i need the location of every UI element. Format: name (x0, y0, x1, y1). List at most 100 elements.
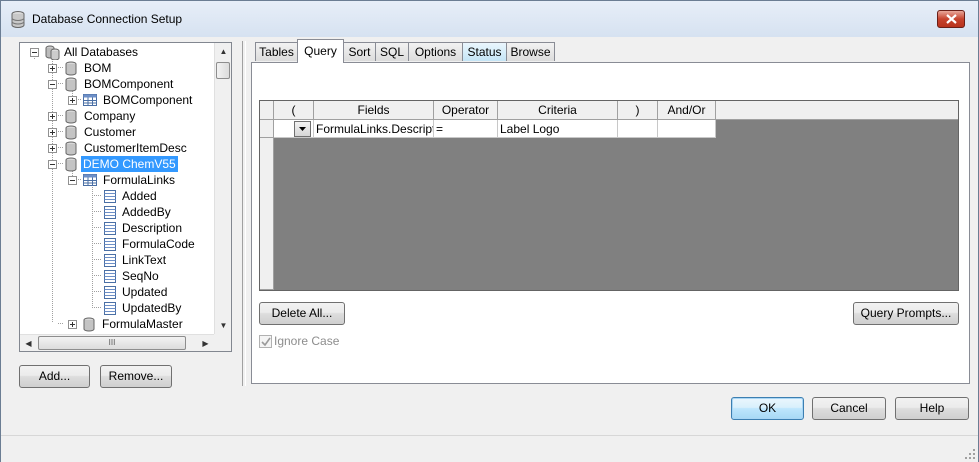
scroll-thumb[interactable] (216, 62, 230, 79)
tree-item-field-linktext[interactable]: LinkText (20, 252, 214, 268)
tree-item-customer[interactable]: Customer (20, 124, 214, 140)
field-icon (104, 190, 116, 203)
database-icon (65, 125, 77, 140)
query-grid[interactable]: ( Fields Operator Criteria ) And/Or Form… (259, 100, 959, 291)
column-header-fields[interactable]: Fields (314, 101, 434, 120)
row-header-empty (260, 138, 274, 290)
tree-item-label: BOMComponent (84, 77, 174, 91)
collapse-icon[interactable] (68, 176, 77, 185)
cell-close-paren[interactable] (618, 120, 658, 138)
title-bar[interactable]: Database Connection Setup (1, 1, 978, 37)
table-icon (83, 174, 97, 186)
scroll-up-arrow-icon[interactable]: ▲ (215, 43, 231, 60)
row-header[interactable] (260, 120, 274, 138)
close-button[interactable] (937, 10, 965, 28)
tree-item-all-databases[interactable]: All Databases (20, 44, 214, 60)
cell-open-paren[interactable] (274, 120, 314, 138)
tree-item-field-updated[interactable]: Updated (20, 284, 214, 300)
expand-icon[interactable] (48, 112, 57, 121)
tree-item-bomcomponent-db[interactable]: BOMComponent (20, 76, 214, 92)
field-icon (104, 302, 116, 315)
tree-item-label: FormulaLinks (103, 173, 176, 187)
tab-sql[interactable]: SQL (375, 42, 409, 61)
scroll-right-arrow-icon[interactable]: ▶ (197, 335, 214, 351)
close-icon (946, 14, 957, 24)
tab-sort[interactable]: Sort (343, 42, 376, 61)
database-icon (11, 11, 25, 28)
tree-item-label: Updated (122, 285, 168, 299)
tree-item-customeritemdesc[interactable]: CustomerItemDesc (20, 140, 214, 156)
tree-vertical-scrollbar[interactable]: ▲ ▼ (214, 43, 231, 334)
tree-item-label: Company (84, 109, 136, 123)
cell-operator[interactable]: = (434, 120, 498, 138)
database-icon (83, 317, 95, 332)
expand-icon[interactable] (48, 128, 57, 137)
column-header-and-or[interactable]: And/Or (658, 101, 716, 120)
scroll-thumb[interactable]: III (38, 336, 186, 350)
scroll-down-arrow-icon[interactable]: ▼ (215, 317, 231, 334)
tree-item-field-added[interactable]: Added (20, 188, 214, 204)
query-prompts-button[interactable]: Query Prompts... (853, 302, 959, 325)
tree-item-label: Description (122, 221, 183, 235)
dropdown-arrow-icon (299, 127, 306, 131)
delete-all-button[interactable]: Delete All... (259, 302, 345, 325)
tab-status[interactable]: Status (462, 42, 507, 61)
collapse-icon[interactable] (48, 80, 57, 89)
database-icon (65, 109, 77, 124)
tree-item-formulalinks[interactable]: FormulaLinks (20, 172, 214, 188)
ok-button[interactable]: OK (731, 397, 804, 420)
add-button[interactable]: Add... (19, 365, 90, 388)
column-header-open-paren[interactable]: ( (274, 101, 314, 120)
tree-item-field-description[interactable]: Description (20, 220, 214, 236)
panel-splitter[interactable] (242, 41, 246, 386)
remove-button[interactable]: Remove... (100, 365, 172, 388)
tree-item-demo-chemv55[interactable]: DEMO ChemV55 (20, 156, 214, 172)
column-header-operator[interactable]: Operator (434, 101, 498, 120)
ignore-case-label: Ignore Case (274, 334, 340, 348)
tree-item-bom[interactable]: BOM (20, 60, 214, 76)
expand-icon[interactable] (48, 144, 57, 153)
database-icon (65, 77, 77, 92)
tree-item-field-formulacode[interactable]: FormulaCode (20, 236, 214, 252)
collapse-icon[interactable] (48, 160, 57, 169)
tab-tables[interactable]: Tables (255, 42, 298, 61)
tree-item-label: AddedBy (122, 205, 171, 219)
dialog-window: Database Connection Setup All Databases … (0, 0, 979, 462)
column-header-close-paren[interactable]: ) (618, 101, 658, 120)
cell-field[interactable]: FormulaLinks.Description (314, 120, 434, 138)
tree-horizontal-scrollbar[interactable]: ◀ III ▶ (20, 334, 214, 351)
tab-query[interactable]: Query (297, 39, 344, 63)
help-button[interactable]: Help (895, 397, 969, 420)
column-header-criteria[interactable]: Criteria (498, 101, 618, 120)
expand-icon[interactable] (68, 320, 77, 329)
tab-options[interactable]: Options (408, 42, 463, 61)
tree-item-formulamaster[interactable]: FormulaMaster (20, 316, 214, 332)
database-tree[interactable]: All Databases BOM BOMComponent BOMCompon… (19, 42, 232, 352)
cell-and-or[interactable] (658, 120, 716, 138)
expand-icon[interactable] (68, 96, 77, 105)
cell-criteria[interactable]: Label Logo (498, 120, 618, 138)
scrollbar-corner (214, 334, 231, 351)
tab-browse[interactable]: Browse (506, 42, 555, 61)
tree-item-field-seqno[interactable]: SeqNo (20, 268, 214, 284)
field-icon (104, 206, 116, 219)
tree-item-field-updatedby[interactable]: UpdatedBy (20, 300, 214, 316)
tree-item-bomcomponent-table[interactable]: BOMComponent (20, 92, 214, 108)
checkmark-icon (261, 337, 271, 347)
collapse-icon[interactable] (30, 48, 39, 57)
window-title: Database Connection Setup (32, 12, 183, 26)
field-icon (104, 222, 116, 235)
scroll-left-arrow-icon[interactable]: ◀ (20, 335, 37, 351)
resize-grip-icon[interactable] (964, 448, 976, 460)
field-icon (104, 270, 116, 283)
cancel-button[interactable]: Cancel (812, 397, 886, 420)
tree-item-label: Added (122, 189, 157, 203)
tree-item-company[interactable]: Company (20, 108, 214, 124)
grid-corner-header (260, 101, 274, 120)
open-paren-dropdown-button[interactable] (294, 121, 311, 137)
ignore-case-checkbox[interactable] (259, 335, 272, 348)
tree-item-field-addedby[interactable]: AddedBy (20, 204, 214, 220)
expand-icon[interactable] (48, 64, 57, 73)
tree-item-label: UpdatedBy (122, 301, 182, 315)
tree-item-label: BOM (84, 61, 112, 75)
